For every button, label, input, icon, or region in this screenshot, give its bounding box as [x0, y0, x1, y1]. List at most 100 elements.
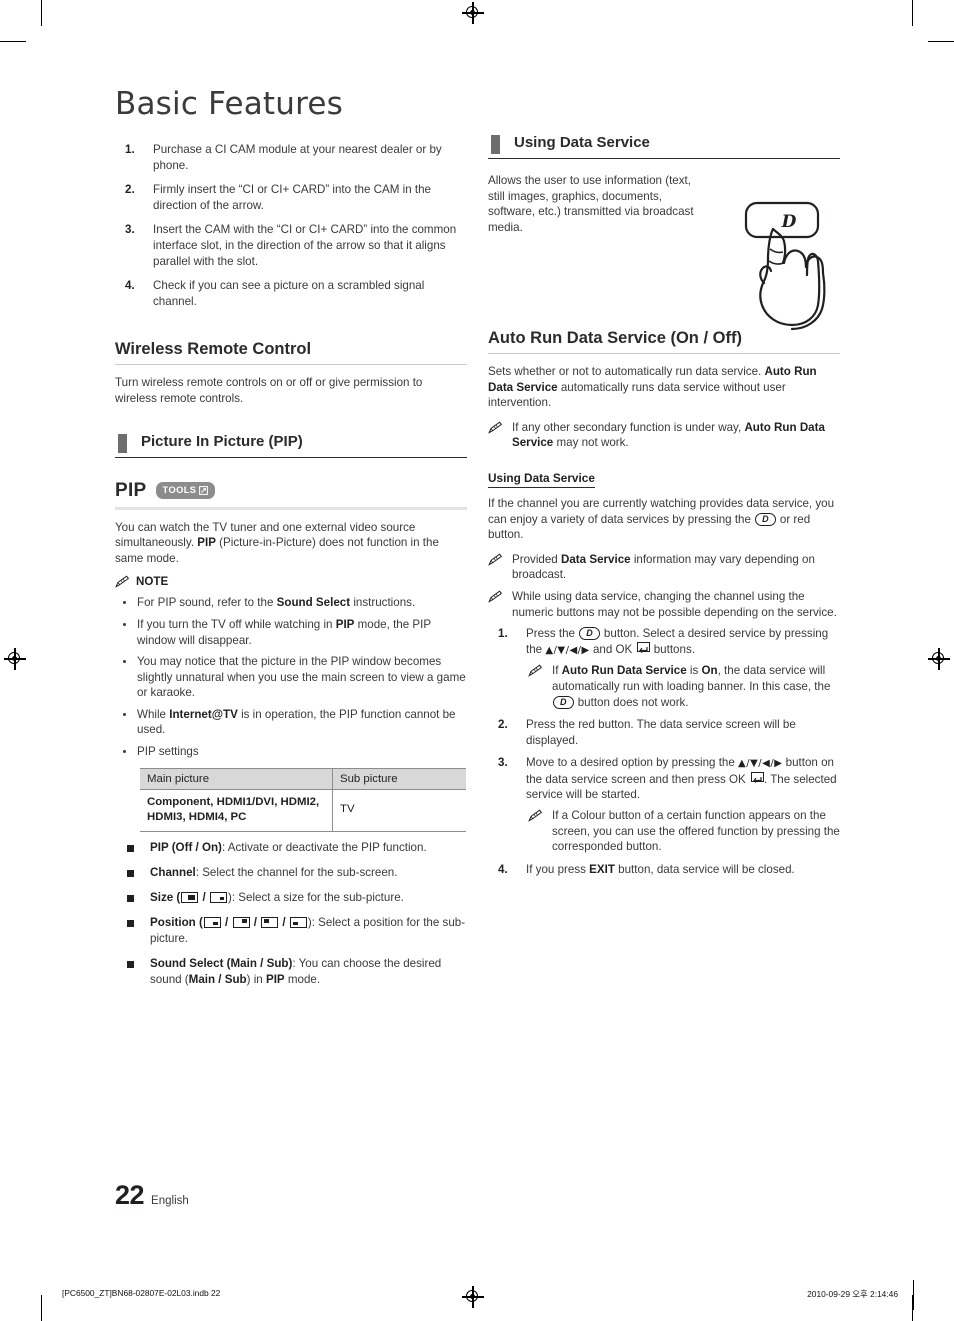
list-item: While Internet@TV is in operation, the P… — [115, 707, 467, 738]
option-bold3: PIP — [265, 972, 285, 986]
list-item: If you turn the TV off while watching in… — [115, 617, 467, 648]
list-item: 3. Move to a desired option by pressing … — [488, 755, 840, 855]
tools-arrow-icon — [199, 486, 209, 495]
option-desc3: mode. — [284, 972, 321, 986]
enter-button-icon — [750, 771, 764, 783]
note-pre: Provided — [512, 552, 561, 566]
page-folio: 22 English — [115, 1180, 189, 1211]
list-item: 4. Check if you can see a picture on a s… — [115, 278, 467, 309]
step-text: Purchase a CI CAM module at your nearest… — [153, 143, 442, 172]
step-seg4: buttons. — [650, 642, 695, 656]
data-service-steps-list: 1. Press the D button. Select a desired … — [488, 626, 840, 877]
step-number: 4. — [125, 279, 135, 293]
column-header-main-picture: Main picture — [140, 767, 333, 790]
option-desc2: ) in — [246, 972, 266, 986]
auto-run-body: Sets whether or not to automatically run… — [488, 364, 840, 411]
list-item: Channel: Select the channel for the sub-… — [115, 865, 467, 881]
pip-size-large-icon — [181, 891, 199, 903]
step-seg1: Move to a desired option by pressing the — [526, 756, 739, 770]
pip-subheading: PIP TOOLS — [115, 480, 467, 510]
option-label: Position — [150, 915, 196, 929]
left-column: Basic Features 1. Purchase a CI CAM modu… — [115, 86, 467, 997]
print-file-info: [PC6500_ZT]BN68-02807E-02L03.indb 22 — [62, 1288, 221, 1298]
cell-main-picture: Component, HDMI1/DVI, HDMI2, HDMI3, HDMI… — [140, 789, 333, 832]
pip-notes-list: For PIP sound, refer to the Sound Select… — [115, 595, 467, 759]
option-label: PIP (Off / On) — [150, 840, 222, 854]
note-end: button does not work. — [574, 695, 689, 709]
note-bold: Internet@TV — [169, 707, 238, 721]
step-seg1: Press the — [526, 627, 579, 641]
note-post: instructions. — [350, 596, 416, 610]
list-item: 3. Insert the CAM with the “CI or CI+ CA… — [115, 222, 467, 269]
direction-arrows-icon: ▲/▼/◀/▶ — [738, 758, 783, 770]
d-button-icon: D — [553, 695, 574, 709]
step-text: Insert the CAM with the “CI or CI+ CARD”… — [153, 223, 457, 268]
pencil-icon — [488, 553, 503, 571]
pip-position-bottom-right-icon — [203, 916, 221, 928]
note-bold: Data Service — [560, 552, 631, 566]
option-label: Channel — [150, 865, 196, 879]
step-text: Firmly insert the “CI or CI+ CARD” into … — [153, 183, 432, 212]
tools-badge[interactable]: TOOLS — [155, 482, 216, 500]
d-button-icon: D — [579, 627, 600, 641]
note-pre: If — [552, 664, 562, 678]
note-pre: While — [137, 707, 170, 721]
step1-note: If Auto Run Data Service is On, the data… — [528, 663, 840, 710]
step-pre: If you press — [526, 862, 590, 876]
note-pre: If any other secondary function is under… — [512, 420, 745, 434]
pip-size-small-icon — [209, 891, 227, 903]
note-post: may not work. — [553, 436, 629, 450]
manual-page: Basic Features 1. Purchase a CI CAM modu… — [0, 0, 954, 1321]
step-number: 4. — [498, 862, 508, 876]
note-pre: For PIP sound, refer to the — [137, 596, 277, 610]
note-bold: Sound Select — [276, 596, 351, 610]
list-item: Sound Select (Main / Sub): You can choos… — [115, 956, 467, 988]
d-button-icon: D — [755, 512, 776, 526]
right-column: Using Data Service Allows the user to us… — [488, 134, 840, 884]
list-item: For PIP sound, refer to the Sound Select… — [115, 595, 467, 611]
list-item: PIP settings — [115, 744, 467, 760]
pip-position-top-right-icon — [232, 916, 250, 928]
list-item: Position ( / / / ): Select a position fo… — [115, 915, 467, 947]
pencil-icon — [488, 590, 503, 608]
using-data-service-intro: If the channel you are currently watchin… — [488, 496, 840, 543]
note-label: NOTE — [136, 575, 169, 589]
step-number: 3. — [498, 756, 508, 770]
step-number: 3. — [125, 223, 135, 237]
note-bold2: On — [701, 664, 718, 678]
column-header-sub-picture: Sub picture — [332, 767, 466, 790]
enter-button-icon — [637, 641, 651, 653]
note-pre: PIP settings — [137, 745, 199, 759]
auto-run-data-service-heading: Auto Run Data Service (On / Off) — [488, 329, 840, 354]
list-item: PIP (Off / On): Activate or deactivate t… — [115, 840, 467, 856]
step-post: button, data service will be closed. — [614, 862, 795, 876]
option-desc: : Activate or deactivate the PIP functio… — [221, 840, 427, 854]
list-item: 4. If you press EXIT button, data servic… — [488, 862, 840, 878]
step-text: Press the red button. The data service s… — [526, 718, 796, 747]
list-item: 1. Purchase a CI CAM module at your near… — [115, 142, 467, 173]
table-header-row: Main picture Sub picture — [140, 767, 466, 790]
pencil-icon — [528, 809, 543, 827]
step-number: 1. — [125, 143, 135, 156]
section-heading-label: Picture In Picture (PIP) — [141, 432, 303, 450]
ci-cam-steps-list: 1. Purchase a CI CAM module at your near… — [115, 142, 467, 309]
page-language: English — [151, 1195, 189, 1207]
print-timestamp: 2010-09-29 오후 2:14:46 — [807, 1289, 898, 1299]
pencil-icon — [528, 664, 543, 682]
note-mid: is — [686, 664, 702, 678]
list-item: 1. Press the D button. Select a desired … — [488, 626, 840, 710]
table-row: Component, HDMI1/DVI, HDMI2, HDMI3, HDMI… — [140, 789, 466, 832]
list-item: Size ( / ): Select a size for the sub-pi… — [115, 890, 467, 906]
page-number: 22 — [115, 1180, 145, 1210]
cell-sub-picture: TV — [332, 789, 466, 832]
tools-badge-label: TOOLS — [162, 484, 197, 495]
option-desc: ): Select a size for the sub-picture. — [227, 890, 404, 904]
auto-run-body-part1: Sets whether or not to automatically run… — [488, 365, 765, 378]
pip-position-bottom-left-icon — [289, 916, 307, 928]
pip-section-heading: Picture In Picture (PIP) — [115, 433, 467, 458]
note-heading: NOTE — [115, 575, 467, 591]
using-data-service-mini-heading: Using Data Service — [488, 471, 595, 488]
pip-options-list: PIP (Off / On): Activate or deactivate t… — [115, 840, 467, 988]
pip-intro-text: You can watch the TV tuner and one exter… — [115, 520, 467, 567]
svg-text:D: D — [781, 212, 797, 232]
